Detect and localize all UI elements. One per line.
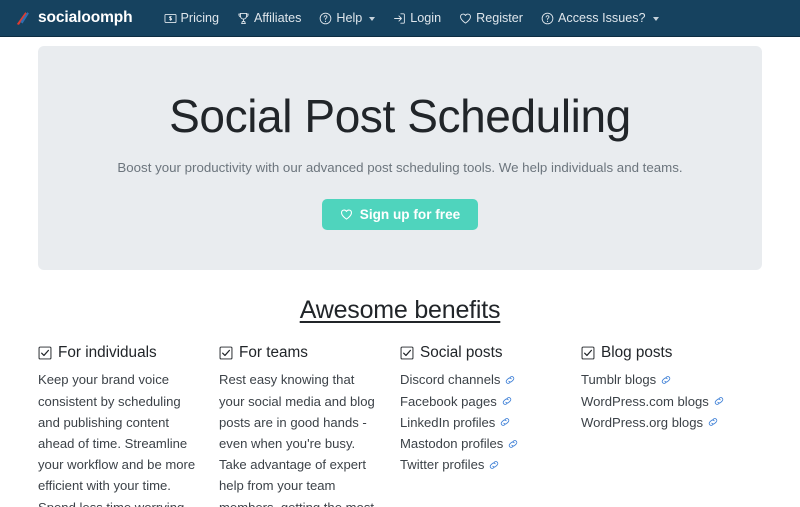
brand-logo-link[interactable]: socialoomph	[14, 9, 133, 27]
socialoomph-logo-icon	[14, 10, 31, 27]
heart-icon	[340, 208, 353, 221]
nav-item-login[interactable]: Login	[384, 5, 450, 31]
social-link-label[interactable]: Twitter profiles	[400, 454, 484, 475]
chain-link-icon	[488, 459, 500, 471]
benefit-column-title: Blog posts	[601, 344, 673, 362]
benefit-column-for-teams: For teams Rest easy knowing that your so…	[219, 344, 400, 507]
heart-icon	[459, 12, 472, 25]
nav-item-label: Access Issues?	[558, 11, 646, 25]
benefit-column-for-individuals: For individuals Keep your brand voice co…	[38, 344, 219, 507]
nav-links: Pricing Affiliates Help Login Register A…	[155, 5, 668, 31]
nav-item-label: Register	[476, 11, 524, 25]
benefits-heading: Awesome benefits	[299, 296, 501, 325]
social-posts-link-list: Discord channels Facebook pages LinkedIn…	[400, 369, 559, 475]
nav-item-register[interactable]: Register	[450, 5, 532, 31]
checkbox-checked-icon	[38, 346, 52, 360]
social-link-label[interactable]: Mastodon profiles	[400, 433, 503, 454]
benefit-columns: For individuals Keep your brand voice co…	[38, 344, 762, 507]
checkbox-checked-icon	[581, 346, 595, 360]
hero-subtitle: Boost your productivity with our advance…	[117, 159, 683, 175]
currency-bill-icon	[164, 12, 177, 25]
nav-item-help[interactable]: Help	[310, 5, 384, 31]
chain-link-icon	[660, 374, 672, 386]
nav-item-label: Login	[410, 11, 442, 25]
question-circle-icon	[541, 12, 554, 25]
blog-link-label[interactable]: WordPress.com blogs	[581, 391, 709, 412]
benefit-column-title: For individuals	[58, 344, 157, 362]
nav-item-affiliates[interactable]: Affiliates	[228, 5, 310, 31]
chain-link-icon	[507, 438, 519, 450]
list-item[interactable]: Facebook pages	[400, 391, 559, 412]
chain-link-icon	[707, 416, 719, 428]
list-item[interactable]: Twitter profiles	[400, 454, 559, 475]
hero-jumbotron: Social Post Scheduling Boost your produc…	[38, 46, 762, 271]
nav-item-label: Help	[336, 11, 363, 25]
benefit-column-social-posts: Social posts Discord channels Facebook p…	[400, 344, 581, 507]
list-item[interactable]: WordPress.org blogs	[581, 412, 762, 433]
list-item[interactable]: Tumblr blogs	[581, 369, 762, 390]
social-link-label[interactable]: Facebook pages	[400, 391, 497, 412]
checkbox-checked-icon	[400, 346, 414, 360]
list-item[interactable]: WordPress.com blogs	[581, 391, 762, 412]
benefit-column-heading: For teams	[219, 344, 378, 362]
chain-link-icon	[713, 395, 725, 407]
social-link-label[interactable]: LinkedIn profiles	[400, 412, 495, 433]
list-item[interactable]: Mastodon profiles	[400, 433, 559, 454]
list-item[interactable]: Discord channels	[400, 369, 559, 390]
chain-link-icon	[504, 374, 516, 386]
nav-item-label: Pricing	[180, 11, 220, 25]
nav-item-label: Affiliates	[254, 11, 302, 25]
benefit-column-heading: Social posts	[400, 344, 559, 362]
question-circle-icon	[319, 12, 332, 25]
hero-section-wrapper: Social Post Scheduling Boost your produc…	[0, 37, 800, 271]
trophy-icon	[237, 12, 250, 25]
nav-item-access-issues[interactable]: Access Issues?	[532, 5, 668, 31]
benefit-column-body: Keep your brand voice consistent by sche…	[38, 372, 196, 507]
benefit-column-blog-posts: Blog posts Tumblr blogs WordPress.com bl…	[581, 344, 762, 507]
nav-item-pricing[interactable]: Pricing	[155, 5, 229, 31]
sign-up-button-label: Sign up for free	[359, 206, 461, 222]
benefit-column-heading: Blog posts	[581, 344, 762, 362]
benefit-column-heading: For individuals	[38, 344, 197, 362]
benefit-column-body: Rest easy knowing that your social media…	[219, 372, 375, 507]
blog-link-label[interactable]: Tumblr blogs	[581, 369, 656, 390]
brand-name: socialoomph	[38, 9, 133, 26]
chevron-down-icon	[652, 16, 659, 21]
blog-posts-link-list: Tumblr blogs WordPress.com blogs WordPre…	[581, 369, 762, 433]
top-navbar: socialoomph Pricing Affiliates Help Logi…	[0, 0, 800, 37]
benefit-column-title: Social posts	[420, 344, 503, 362]
benefit-column-title: For teams	[239, 344, 308, 362]
hero-cta-row: Sign up for free	[58, 198, 742, 231]
social-link-label[interactable]: Discord channels	[400, 369, 500, 390]
chain-link-icon	[501, 395, 513, 407]
blog-link-label[interactable]: WordPress.org blogs	[581, 412, 703, 433]
list-item[interactable]: LinkedIn profiles	[400, 412, 559, 433]
benefits-section: Awesome benefits For individuals Keep yo…	[0, 296, 800, 507]
login-arrow-icon	[393, 12, 406, 25]
sign-up-button[interactable]: Sign up for free	[321, 198, 479, 231]
chain-link-icon	[499, 416, 511, 428]
chevron-down-icon	[369, 16, 376, 21]
page-title: Social Post Scheduling	[169, 90, 631, 142]
checkbox-checked-icon	[219, 346, 233, 360]
